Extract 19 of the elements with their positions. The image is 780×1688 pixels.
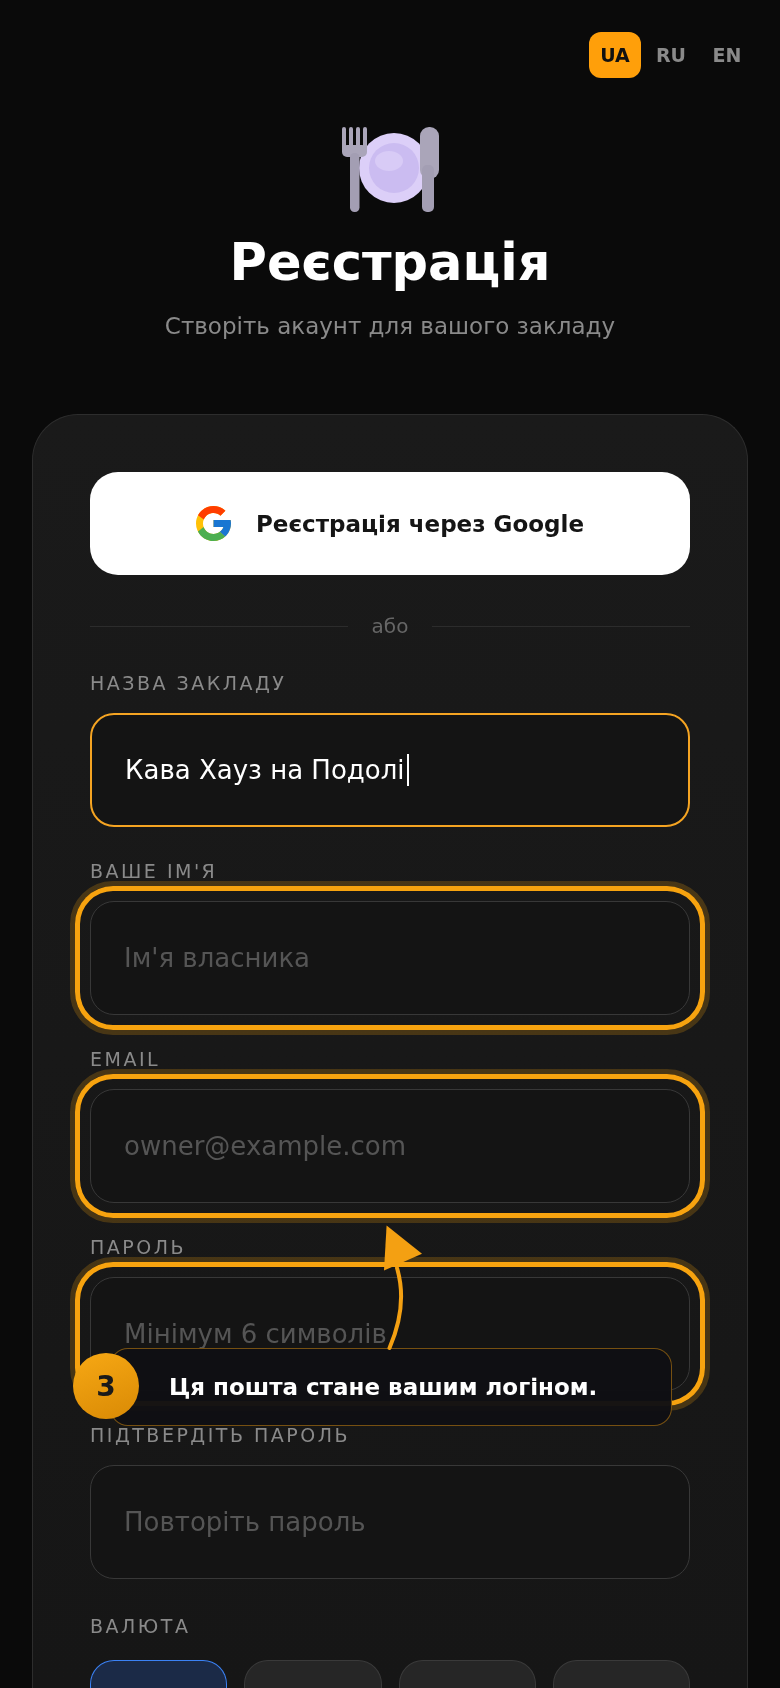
language-button[interactable]: EN <box>701 32 753 78</box>
input-field[interactable]: Кава Хауз на Подолі <box>90 713 690 827</box>
field-label: НАЗВА ЗАКЛАДУ <box>90 673 288 693</box>
plate-with-fork-and-knife-icon <box>341 127 439 212</box>
google-signup-button[interactable]: Реєстрація через Google <box>90 472 690 575</box>
language-button[interactable]: RU <box>645 32 697 78</box>
field-label: ПАРОЛЬ <box>90 1237 188 1257</box>
field-label: ВАШЕ ІМ'Я <box>90 861 219 881</box>
field-label: EMAIL <box>90 1049 162 1069</box>
field-label: ВАЛЮТА <box>90 1616 192 1636</box>
step-number-badge: 3 <box>73 1353 139 1419</box>
google-g-icon <box>196 506 231 541</box>
field-label: ПІДТВЕРДІТЬ ПАРОЛЬ <box>90 1425 351 1445</box>
divider-text: або <box>371 614 409 638</box>
page-title: Реєстрація <box>228 233 552 293</box>
language-button[interactable]: UA <box>589 32 641 78</box>
currency-button[interactable] <box>90 1660 228 1688</box>
page-subtitle: Створіть акаунт для вашого закладу <box>163 312 617 340</box>
text-cursor-icon <box>406 754 409 786</box>
